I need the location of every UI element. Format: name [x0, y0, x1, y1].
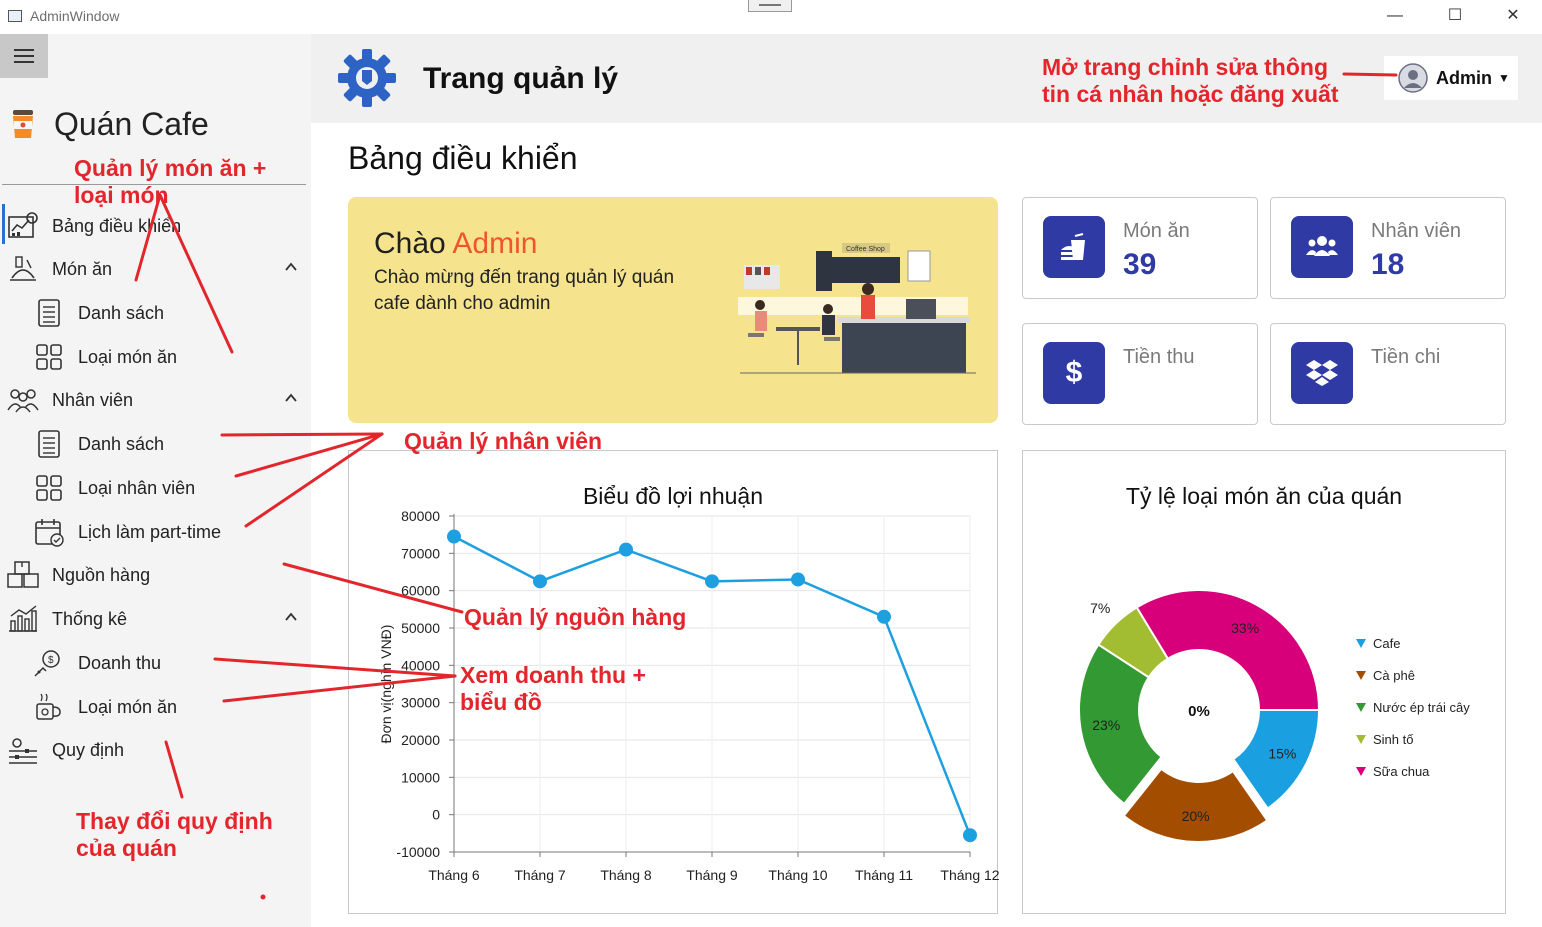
annotation-profile: Mở trang chỉnh sửa thông tin cá nhân hoặ…: [1042, 54, 1338, 108]
annotation-text: Xem doanh thu + biểu đồ: [460, 662, 646, 715]
annotation-text: Mở trang chỉnh sửa thông tin cá nhân hoặ…: [1042, 54, 1339, 107]
annotation-arrows: [134, 72, 1398, 900]
annotation-supply: Quản lý nguồn hàng: [464, 604, 687, 630]
annotation-food: Quản lý món ăn + loại món: [74, 155, 266, 209]
annotation-revenue: Xem doanh thu + biểu đồ: [460, 662, 646, 716]
annotation-text: Thay đổi quy định của quán: [76, 808, 273, 861]
annotation-rules: Thay đổi quy định của quán: [76, 808, 273, 862]
annotation-text: Quản lý món ăn + loại món: [74, 155, 267, 208]
annotation-staff: Quản lý nhân viên: [404, 428, 603, 454]
